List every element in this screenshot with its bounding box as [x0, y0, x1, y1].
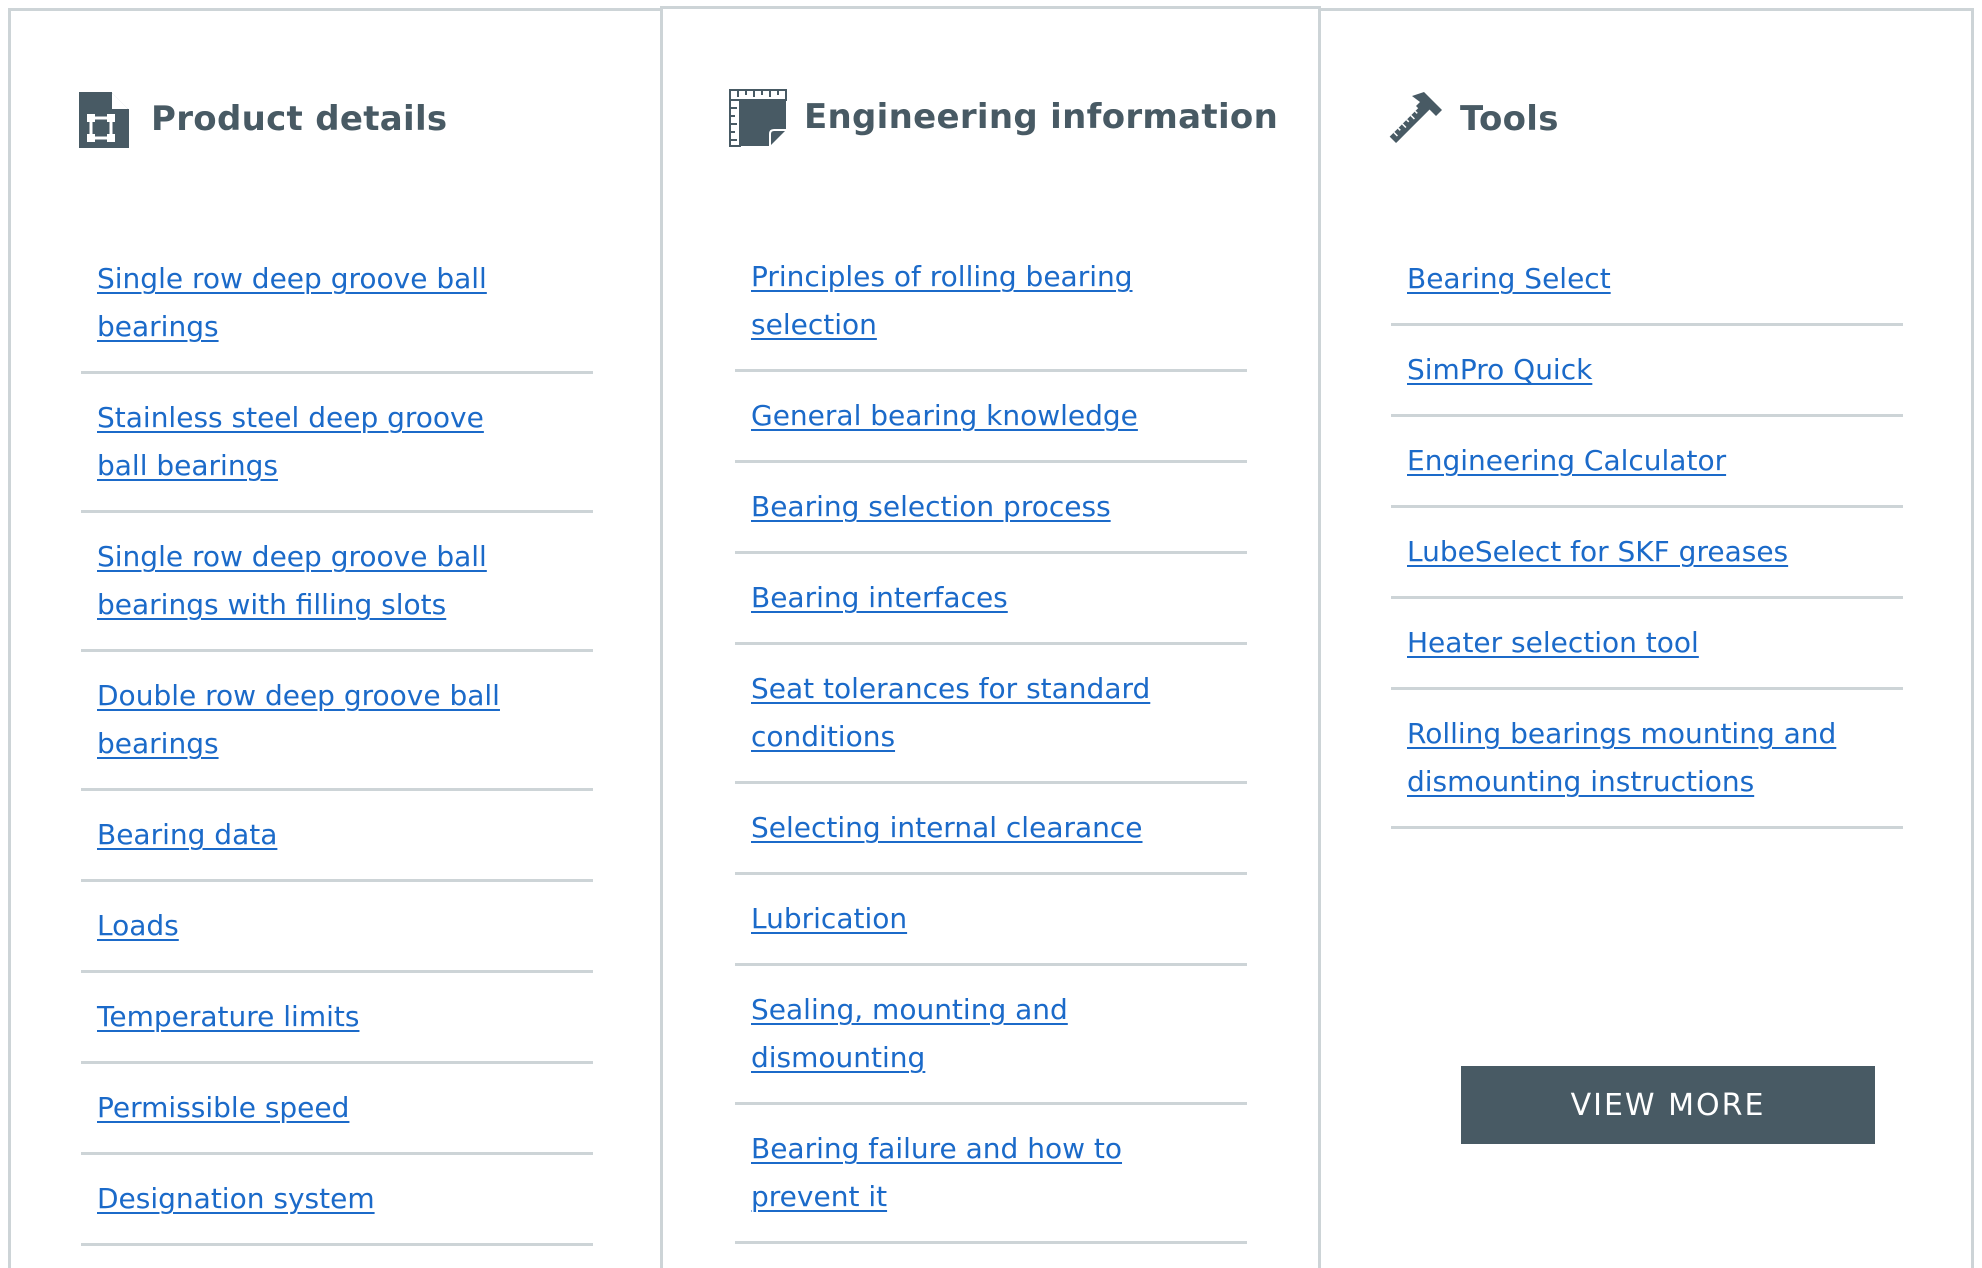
link-list: Single row deep groove ball bearings Sta… [81, 238, 593, 1246]
link[interactable]: General bearing knowledge [751, 392, 1138, 440]
link[interactable]: Bearing Select [1407, 255, 1611, 303]
link[interactable]: LubeSelect for SKF greases [1407, 528, 1788, 576]
list-item: Single row deep groove ball bearings [81, 238, 593, 374]
panel-tools: Tools Bearing Select SimPro Quick Engine… [1318, 8, 1974, 1268]
list-item: Bearing failure and how to prevent it [735, 1105, 1247, 1244]
link-list: Principles of rolling bearing selection … [735, 236, 1247, 1244]
list-item: Rolling bearings mounting and dismountin… [1391, 690, 1903, 829]
link[interactable]: Temperature limits [97, 993, 359, 1041]
link[interactable]: Rolling bearings mounting and dismountin… [1407, 710, 1837, 806]
list-item: Lubrication [735, 875, 1247, 966]
link[interactable]: SimPro Quick [1407, 346, 1592, 394]
link[interactable]: Heater selection tool [1407, 619, 1699, 667]
panels-container: Product details Single row deep groove b… [0, 0, 1982, 1268]
list-item: SimPro Quick [1391, 326, 1903, 417]
list-item: LubeSelect for SKF greases [1391, 508, 1903, 599]
list-item: Temperature limits [81, 973, 593, 1064]
list-item: Heater selection tool [1391, 599, 1903, 690]
panel-engineering-information: Engineering information Principles of ro… [660, 6, 1321, 1266]
link[interactable]: Single row deep groove ball bearings [97, 255, 517, 351]
panel-title: Product details [151, 99, 448, 139]
list-item: Bearing interfaces [735, 554, 1247, 645]
list-item: Sealing, mounting and dismounting [735, 966, 1247, 1105]
link[interactable]: Bearing selection process [751, 483, 1111, 531]
link[interactable]: Single row deep groove ball bearings wit… [97, 533, 517, 629]
panel-title: Engineering information [804, 97, 1279, 137]
link[interactable]: Double row deep groove ball bearings [97, 672, 517, 768]
link[interactable]: Sealing, mounting and dismounting [751, 986, 1211, 1082]
list-item: General bearing knowledge [735, 372, 1247, 463]
panel-header: Tools [1382, 87, 1559, 151]
list-item: Single row deep groove ball bearings wit… [81, 513, 593, 652]
link[interactable]: Engineering Calculator [1407, 437, 1726, 485]
list-item: Stainless steel deep groove ball bearing… [81, 374, 593, 513]
document-frame-icon [73, 88, 135, 150]
link[interactable]: Permissible speed [97, 1084, 349, 1132]
ruler-notebook-icon [726, 86, 788, 148]
link[interactable]: Bearing interfaces [751, 574, 1008, 622]
panel-header: Product details [73, 87, 447, 151]
view-more-button[interactable]: VIEW MORE [1461, 1066, 1875, 1144]
panel-product-details: Product details Single row deep groove b… [8, 8, 663, 1268]
list-item: Principles of rolling bearing selection [735, 236, 1247, 372]
list-item: Engineering Calculator [1391, 417, 1903, 508]
list-item: Permissible speed [81, 1064, 593, 1155]
list-item: Bearing data [81, 791, 593, 882]
link[interactable]: Bearing data [97, 811, 277, 859]
link[interactable]: Bearing failure and how to prevent it [751, 1125, 1211, 1221]
list-item: Seat tolerances for standard conditions [735, 645, 1247, 784]
list-item: Selecting internal clearance [735, 784, 1247, 875]
link[interactable]: Principles of rolling bearing selection [751, 253, 1211, 349]
hammer-ruler-icon [1382, 88, 1444, 150]
link[interactable]: Stainless steel deep groove ball bearing… [97, 394, 517, 490]
panel-title: Tools [1460, 99, 1559, 139]
list-item: Loads [81, 882, 593, 973]
link[interactable]: Selecting internal clearance [751, 804, 1143, 852]
link-list: Bearing Select SimPro Quick Engineering … [1391, 238, 1903, 829]
list-item: Designation system [81, 1155, 593, 1246]
list-item: Double row deep groove ball bearings [81, 652, 593, 791]
link[interactable]: Lubrication [751, 895, 907, 943]
link[interactable]: Seat tolerances for standard conditions [751, 665, 1211, 761]
link[interactable]: Designation system [97, 1175, 375, 1223]
list-item: Bearing selection process [735, 463, 1247, 554]
link[interactable]: Loads [97, 902, 179, 950]
list-item: Bearing Select [1391, 238, 1903, 326]
panel-header: Engineering information [726, 85, 1278, 149]
